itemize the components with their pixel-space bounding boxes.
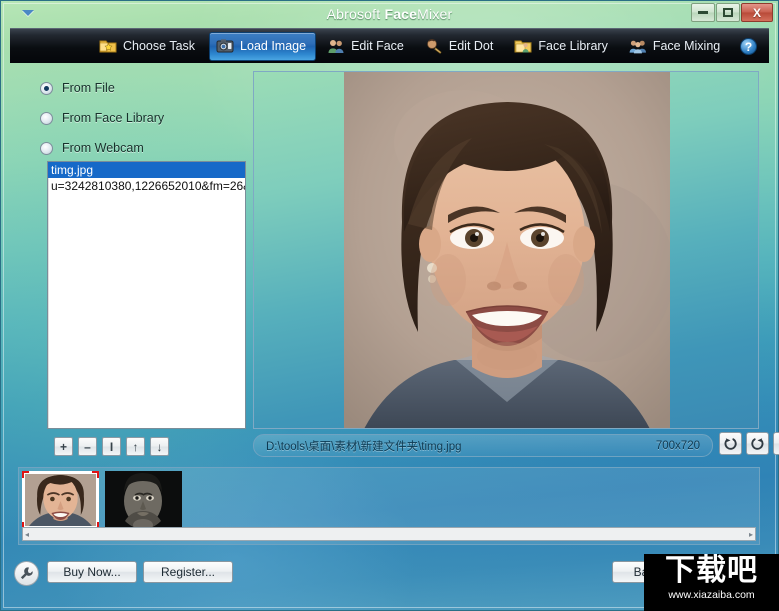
selection-corner-icon	[92, 471, 99, 478]
radio-from-file[interactable]: From File	[40, 81, 115, 95]
thumbnail-list	[22, 471, 756, 529]
radio-label: From File	[62, 81, 115, 95]
three-people-icon	[629, 37, 647, 55]
help-label: ?	[744, 40, 753, 54]
file-list[interactable]: timg.jpg u=3242810380,1226652010&fm=26&g…	[47, 161, 246, 429]
thumbnail-scrollbar[interactable]: ◂ ▸	[22, 527, 756, 541]
tab-label: Edit Face	[351, 39, 404, 53]
tab-label: Load Image	[240, 39, 307, 53]
add-icon[interactable]: +	[54, 437, 73, 456]
watermark: 下载吧 www.xiazaiba.com	[644, 554, 779, 611]
camera-icon	[216, 37, 234, 55]
radio-label: From Face Library	[62, 111, 165, 125]
help-circle-icon[interactable]: ?	[740, 38, 757, 55]
file-list-toolbar: + – I ↑ ↓	[54, 437, 169, 456]
thumbnail-item[interactable]	[105, 471, 182, 529]
selection-corner-icon	[22, 471, 29, 478]
radio-indicator	[40, 141, 53, 155]
scroll-left-icon[interactable]: ◂	[25, 530, 29, 539]
page-title: Abrosoft FaceMixer	[327, 6, 453, 22]
preview-image	[344, 72, 670, 428]
radio-indicator	[40, 111, 53, 125]
image-path: D:\tools\桌面\素材\新建文件夹\timg.jpg	[266, 440, 462, 453]
list-item[interactable]: timg.jpg	[48, 162, 245, 178]
title-prefix: Abrosoft	[326, 5, 385, 22]
close-button[interactable]: X	[741, 3, 773, 22]
tab-choose-task[interactable]: Choose Task	[92, 32, 205, 61]
remove-icon[interactable]: –	[78, 437, 97, 456]
tab-label: Edit Dot	[448, 39, 494, 53]
image-viewer[interactable]	[253, 71, 759, 429]
thumbnail-item-selected[interactable]	[22, 471, 99, 529]
two-people-icon	[327, 37, 345, 55]
watermark-logo-text: 下载吧	[665, 554, 758, 588]
tab-label: Face Mixing	[652, 39, 721, 53]
maximize-icon	[723, 8, 733, 17]
window-controls: X	[691, 3, 773, 22]
chevron-down-icon[interactable]	[22, 10, 34, 16]
radio-from-face-library[interactable]: From Face Library	[40, 111, 164, 125]
move-up-icon[interactable]: ↑	[126, 437, 145, 456]
rename-icon[interactable]: I	[102, 437, 121, 456]
title-suffix: Mixer	[417, 5, 453, 22]
radio-indicator	[40, 81, 53, 95]
tab-label: Choose Task	[123, 39, 196, 53]
main-toolbar: Choose Task Load Image Edit Face Edit Do…	[10, 28, 769, 63]
watermark-url: www.xiazaiba.com	[668, 589, 755, 601]
thumbnail-image	[25, 474, 96, 526]
viewer-toolbar	[719, 432, 779, 455]
app-window: Abrosoft FaceMixer X Choose Task Load Im…	[0, 0, 779, 611]
maximize-button[interactable]	[716, 3, 740, 22]
close-icon: X	[752, 5, 761, 20]
tab-face-library[interactable]: Face Library	[507, 32, 617, 61]
toolbar-tabs: Choose Task Load Image Edit Face Edit Do…	[88, 31, 730, 61]
folder-star-icon	[99, 37, 117, 55]
rotate-right-icon[interactable]	[746, 432, 769, 455]
thumbnail-image	[105, 471, 182, 529]
rotate-left-icon[interactable]	[719, 432, 742, 455]
main-content: From File From Face Library From Webcam …	[10, 63, 779, 552]
tab-label: Face Library	[538, 39, 608, 53]
title-bold: Face	[384, 5, 418, 22]
gear-icon[interactable]	[773, 432, 779, 455]
scroll-right-icon[interactable]: ▸	[749, 530, 753, 539]
radio-from-webcam[interactable]: From Webcam	[40, 141, 144, 155]
minimize-icon	[698, 11, 708, 14]
tab-face-mixing[interactable]: Face Mixing	[622, 32, 730, 61]
tab-load-image[interactable]: Load Image	[209, 31, 317, 61]
thumbnail-strip: ◂ ▸	[18, 467, 760, 545]
buy-now-button[interactable]: Buy Now...	[47, 561, 137, 583]
folder-person-icon	[514, 37, 532, 55]
minimize-button[interactable]	[691, 3, 715, 22]
face-pen-icon	[425, 37, 443, 55]
wrench-icon[interactable]	[14, 561, 39, 586]
tab-edit-dot[interactable]: Edit Dot	[418, 32, 503, 61]
title-bar: Abrosoft FaceMixer	[0, 0, 779, 27]
tab-edit-face[interactable]: Edit Face	[320, 32, 414, 61]
register-button[interactable]: Register...	[143, 561, 233, 583]
list-item[interactable]: u=3242810380,1226652010&fm=26&gp=	[48, 178, 245, 194]
image-path-bar[interactable]: D:\tools\桌面\素材\新建文件夹\timg.jpg 700x720	[253, 434, 713, 457]
radio-label: From Webcam	[62, 141, 144, 155]
move-down-icon[interactable]: ↓	[150, 437, 169, 456]
image-dimensions: 700x720	[655, 439, 700, 452]
